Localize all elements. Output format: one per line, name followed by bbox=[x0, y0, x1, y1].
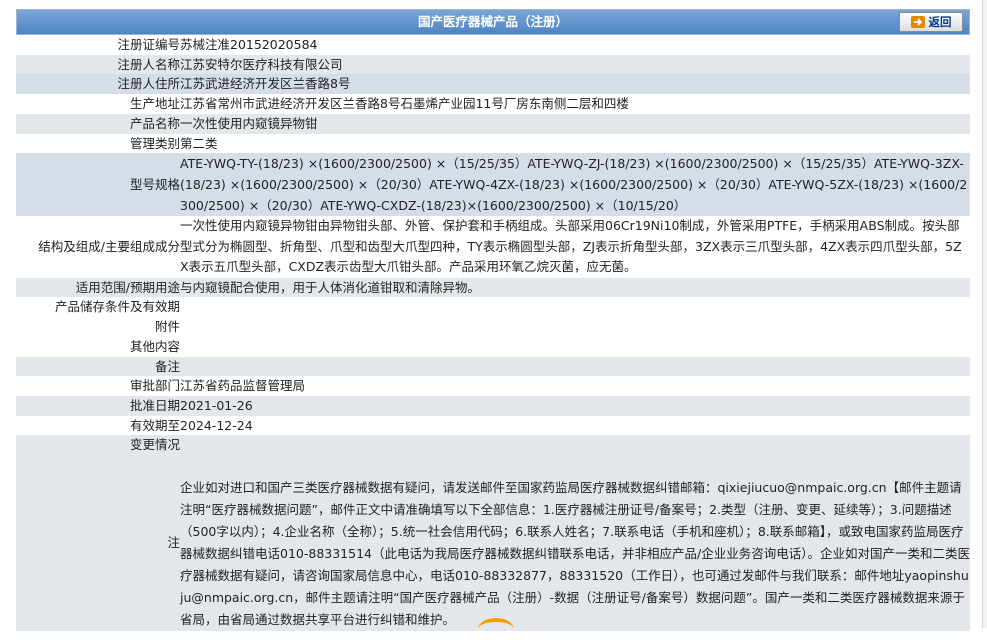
row-label: 适用范围/预期用途 bbox=[16, 277, 180, 298]
row-value: 与内窥镜配合使用，用于人体消化道钳取和清除异物。 bbox=[180, 277, 970, 298]
info-table: 注册证编号 苏械注准20152020584 注册人名称 江苏安特尔医疗科技有限公… bbox=[16, 35, 970, 632]
row-value: 苏械注准20152020584 bbox=[180, 35, 970, 55]
row-value bbox=[180, 435, 970, 456]
row-label: 其他内容 bbox=[16, 336, 180, 357]
row-value: 一次性使用内窥镜异物钳由异物钳头部、外管、保护套和手柄组成。头部采用06Cr19… bbox=[180, 216, 970, 278]
table-row: 适用范围/预期用途 与内窥镜配合使用，用于人体消化道钳取和清除异物。 bbox=[16, 277, 970, 298]
row-value: 2024-12-24 bbox=[180, 415, 970, 436]
row-value: 第二类 bbox=[180, 133, 970, 154]
table-row: 注册人名称 江苏安特尔医疗科技有限公司 bbox=[16, 54, 970, 75]
table-row: 变更情况 bbox=[16, 435, 970, 456]
row-value: 江苏省药品监督管理局 bbox=[180, 376, 970, 396]
table-row: 注册证编号 苏械注准20152020584 bbox=[16, 35, 970, 55]
row-label: 注 bbox=[16, 455, 180, 632]
table-row: 注册人住所 江苏武进经济开发区兰香路8号 bbox=[16, 74, 970, 95]
row-label: 注册人名称 bbox=[16, 54, 180, 75]
arrow-right-icon bbox=[910, 16, 925, 28]
row-value: 江苏安特尔医疗科技有限公司 bbox=[180, 54, 970, 75]
row-value: 2021-01-26 bbox=[180, 395, 970, 416]
row-label: 批准日期 bbox=[16, 395, 180, 416]
row-value bbox=[180, 317, 970, 337]
row-value bbox=[180, 297, 970, 318]
row-value bbox=[180, 356, 970, 377]
row-value: ATE-YWQ-TY-(18/23) ×(1600/2300/2500) ×（1… bbox=[180, 153, 970, 217]
registration-detail-panel: 国产医疗器械产品（注册） 返回 注册证编号 苏械注准20152020584 注册… bbox=[16, 9, 970, 632]
table-row: 审批部门 江苏省药品监督管理局 bbox=[16, 376, 970, 396]
table-row: 产品名称 一次性使用内窥镜异物钳 bbox=[16, 113, 970, 134]
row-label: 附件 bbox=[16, 317, 180, 337]
header-bar: 国产医疗器械产品（注册） 返回 bbox=[16, 9, 970, 35]
row-label: 变更情况 bbox=[16, 435, 180, 456]
table-row: 生产地址 江苏省常州市武进经济开发区兰香路8号石墨烯产业园11号厂房东南侧二层和… bbox=[16, 94, 970, 114]
row-label: 备注 bbox=[16, 356, 180, 377]
row-value bbox=[180, 336, 970, 357]
back-button-label: 返回 bbox=[928, 15, 952, 29]
row-value: 企业如对进口和国产三类医疗器械数据有疑问，请发送邮件至国家药监局医疗器械数据纠错… bbox=[180, 455, 970, 632]
row-label: 注册证编号 bbox=[16, 35, 180, 55]
row-label: 管理类别 bbox=[16, 133, 180, 154]
table-row: 其他内容 bbox=[16, 336, 970, 357]
row-value: 一次性使用内窥镜异物钳 bbox=[180, 113, 970, 134]
table-row: 型号规格 ATE-YWQ-TY-(18/23) ×(1600/2300/2500… bbox=[16, 153, 970, 217]
footer-logo-icon bbox=[478, 618, 514, 640]
row-value: 江苏武进经济开发区兰香路8号 bbox=[180, 74, 970, 95]
row-value: 江苏省常州市武进经济开发区兰香路8号石墨烯产业园11号厂房东南侧二层和四楼 bbox=[180, 94, 970, 114]
row-label: 产品储存条件及有效期 bbox=[16, 297, 180, 318]
table-row: 产品储存条件及有效期 bbox=[16, 297, 970, 318]
row-label: 结构及组成/主要组成成分 bbox=[16, 216, 180, 278]
row-label: 注册人住所 bbox=[16, 74, 180, 95]
row-label: 审批部门 bbox=[16, 376, 180, 396]
table-row: 管理类别 第二类 bbox=[16, 133, 970, 154]
row-label: 生产地址 bbox=[16, 94, 180, 114]
table-row: 有效期至 2024-12-24 bbox=[16, 415, 970, 436]
table-row: 备注 bbox=[16, 356, 970, 377]
row-label: 产品名称 bbox=[16, 113, 180, 134]
table-row: 注 企业如对进口和国产三类医疗器械数据有疑问，请发送邮件至国家药监局医疗器械数据… bbox=[16, 455, 970, 632]
page-title: 国产医疗器械产品（注册） bbox=[417, 14, 568, 29]
table-row: 结构及组成/主要组成成分 一次性使用内窥镜异物钳由异物钳头部、外管、保护套和手柄… bbox=[16, 216, 970, 278]
table-row: 批准日期 2021-01-26 bbox=[16, 395, 970, 416]
row-label: 有效期至 bbox=[16, 415, 180, 436]
row-label: 型号规格 bbox=[16, 153, 180, 217]
scrollbar[interactable] bbox=[982, 0, 987, 628]
table-row: 附件 bbox=[16, 317, 970, 337]
back-button[interactable]: 返回 bbox=[899, 12, 963, 32]
